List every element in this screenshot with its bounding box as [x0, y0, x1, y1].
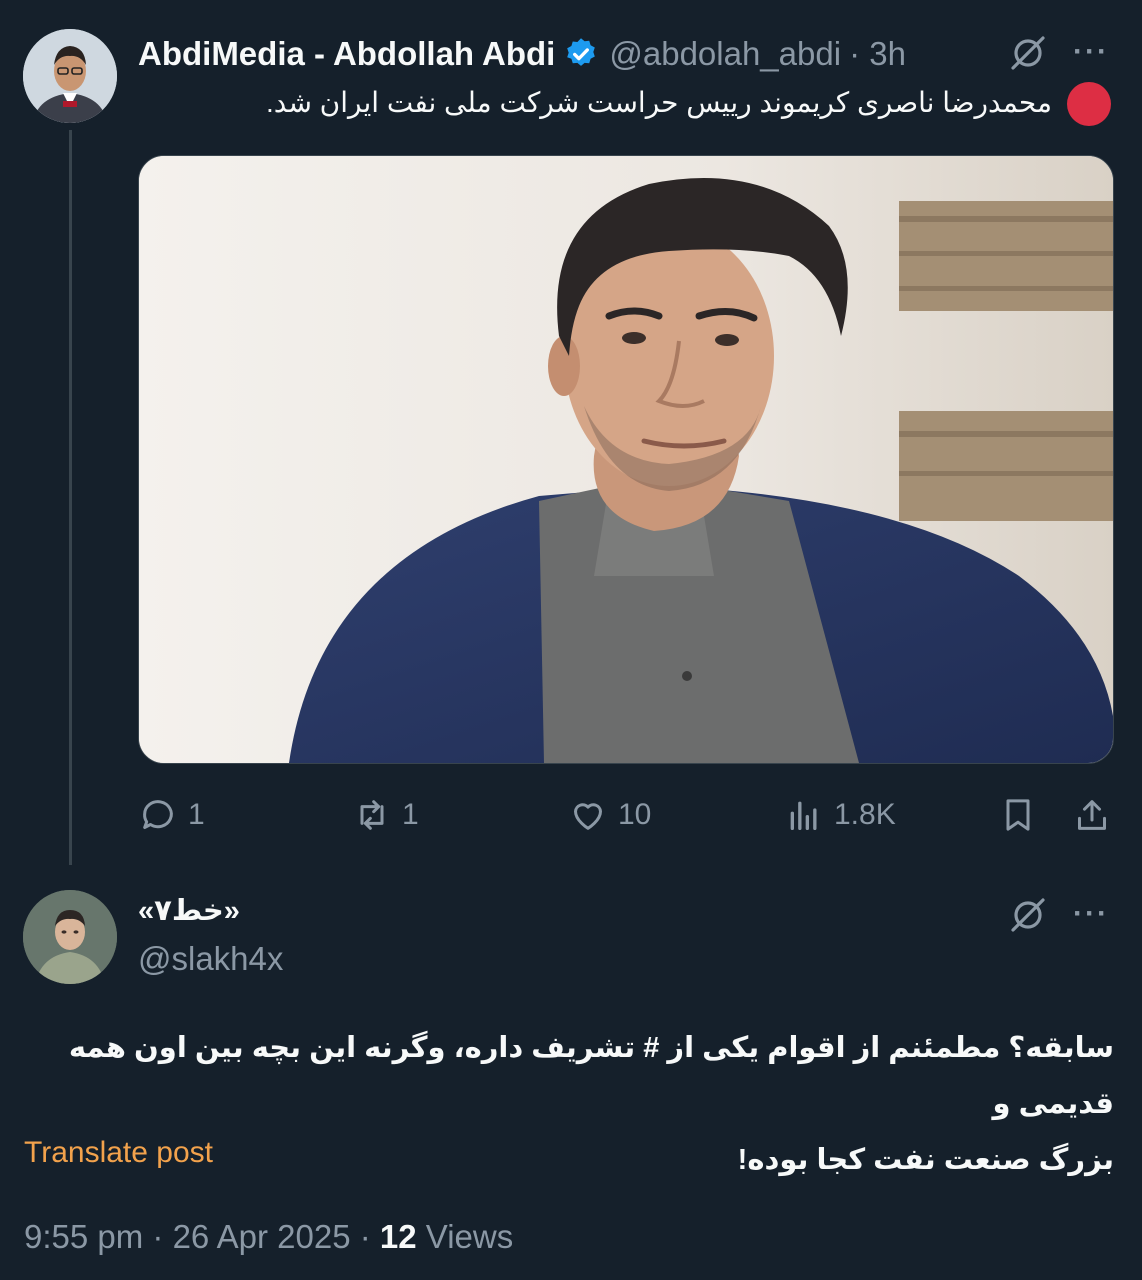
heart-icon: [574, 803, 602, 830]
analytics-icon: [790, 801, 817, 830]
reply-author-avatar[interactable]: [23, 890, 117, 984]
reply-author-name[interactable]: «خط۷»: [138, 893, 240, 928]
reply-timestamp[interactable]: 9:55 pm · 26 Apr 2025 ·: [24, 1218, 380, 1255]
author-avatar[interactable]: [23, 29, 117, 123]
thread-line: [69, 130, 72, 890]
views-button[interactable]: 1.8K: [784, 790, 896, 840]
grok-icon-reply[interactable]: [1008, 895, 1048, 935]
repost-icon: [360, 800, 384, 830]
tweet-actions: 1 1 10 1.8K: [138, 790, 1112, 840]
author-name[interactable]: AbdiMedia - Abdollah Abdi: [138, 35, 555, 73]
translate-post-link[interactable]: Translate post: [24, 1136, 213, 1170]
bookmark-icon: [1006, 799, 1030, 831]
tweet-photo[interactable]: [138, 155, 1114, 764]
reply-more-options-icon[interactable]: ···: [1073, 897, 1109, 931]
more-options-icon[interactable]: ···: [1073, 35, 1109, 69]
bookmark-button[interactable]: [998, 790, 1038, 840]
author-handle[interactable]: @abdolah_abdi: [609, 35, 841, 73]
tweet-time[interactable]: · 3h: [849, 35, 906, 73]
views-count: 1.8K: [834, 798, 896, 831]
reply-views-count: 12: [379, 1218, 417, 1255]
repost-button[interactable]: 1: [352, 790, 419, 840]
red-circle-emoji: [1067, 82, 1111, 126]
like-count: 10: [618, 798, 652, 831]
reply-views-label: Views: [416, 1218, 514, 1255]
tweet-header: AbdiMedia - Abdollah Abdi @abdolah_abdi …: [138, 30, 906, 78]
share-button[interactable]: [1072, 790, 1112, 840]
reply-meta: 9:55 pm · 26 Apr 2025 · 12 Views: [24, 1218, 513, 1256]
share-icon: [1078, 800, 1106, 830]
tweet-text: محمدرضا ناصری کریموند رییس حراست شرکت مل…: [265, 87, 1052, 118]
repost-count: 1: [402, 798, 419, 831]
verified-badge-icon: [563, 36, 599, 72]
reply-author-handle[interactable]: @slakh4x: [138, 940, 283, 978]
reply-icon: [143, 800, 173, 829]
like-button[interactable]: 10: [568, 790, 651, 840]
grok-icon[interactable]: [1008, 33, 1048, 73]
reply-count: 1: [188, 798, 205, 831]
reply-text-line-1: سابقه؟ مطمئنم از اقوام یکی از # تشریف دا…: [68, 1032, 1114, 1120]
reply-button[interactable]: 1: [138, 790, 205, 840]
